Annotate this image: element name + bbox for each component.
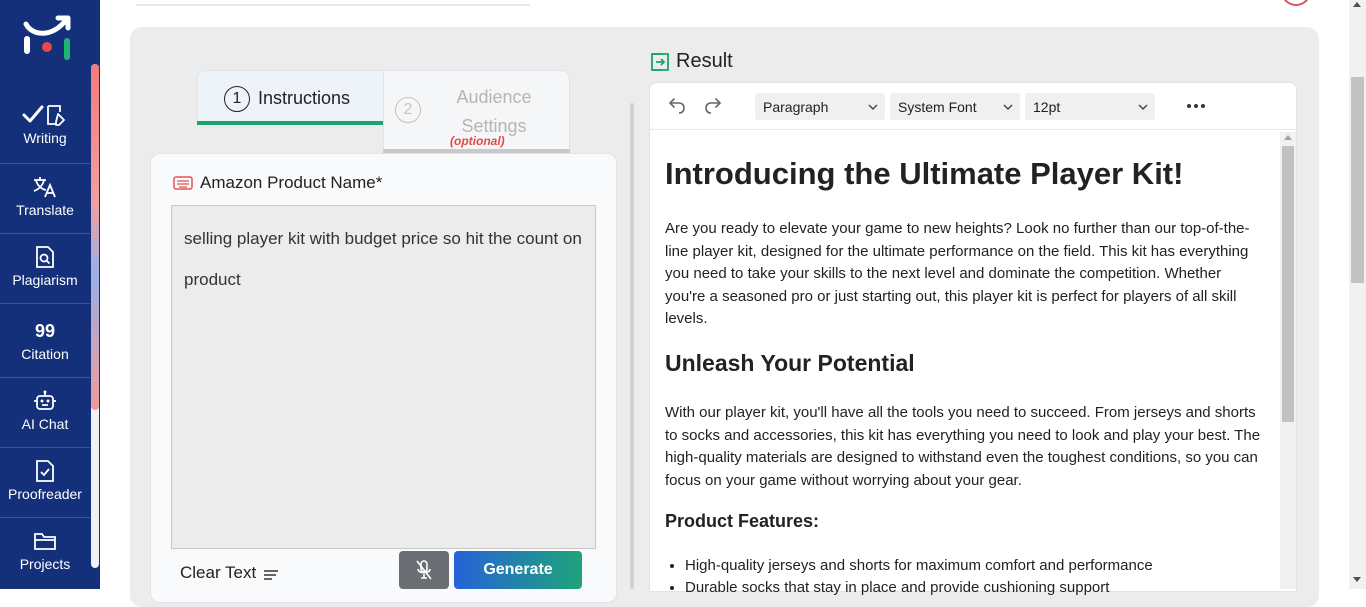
sidebar-item-writing[interactable]: Writing [0,96,90,164]
font-size-select[interactable]: 12pt [1025,93,1155,120]
result-heading-3: Product Features: [665,511,820,531]
sidebar-item-translate[interactable]: Translate [0,166,90,234]
page-scroll-up-arrow[interactable] [1353,2,1361,7]
optional-badge: (optional) [450,134,505,148]
plagiarism-icon [34,244,56,270]
undo-icon[interactable] [668,96,686,119]
product-name-label: Amazon Product Name* [173,173,382,193]
profile-ring-icon[interactable] [1281,0,1311,6]
tab-audience-settings[interactable]: 2 Audience Settings (optional) [383,70,570,154]
chevron-down-icon [1137,100,1149,116]
result-heading-2: Unleash Your Potential [665,350,915,376]
sidebar-item-label: AI Chat [21,416,69,432]
step-two-badge: 2 [395,97,421,123]
font-family-value: System Font [898,98,977,115]
tab-instructions[interactable]: 1 Instructions [197,70,384,126]
writing-icon [22,102,68,128]
active-tab-indicator [197,121,384,125]
page-scroll-down-arrow[interactable] [1353,577,1361,582]
sidebar-scrollbar-thumb[interactable] [91,64,99,410]
page-scrollbar-thumb[interactable] [1351,77,1364,283]
sidebar-item-plagiarism[interactable]: Plagiarism [0,236,90,304]
result-title: Result [676,50,733,72]
sidebar-item-label: Proofreader [8,486,82,502]
result-header: Result [650,50,733,73]
panel-splitter[interactable] [630,103,634,589]
folder-icon [33,528,57,554]
result-content[interactable]: Introducing the Ultimate Player Kit! Are… [665,150,1265,596]
input-tabs: 1 Instructions 2 Audience Settings (opti… [197,70,570,154]
editor-scrollbar-thumb[interactable] [1282,146,1294,422]
sidebar-item-label: Projects [19,556,71,572]
chevron-down-icon [867,100,879,116]
mic-off-icon [414,559,434,581]
font-size-value: 12pt [1033,98,1061,115]
more-options-icon[interactable] [1187,104,1205,108]
step-one-badge: 1 [224,85,250,112]
proofread-icon [34,458,56,484]
redo-icon[interactable] [704,96,722,119]
sidebar-item-label: Writing [23,130,67,146]
quote-icon: 99 [34,320,56,341]
feature-list: High-quality jerseys and shorts for maxi… [685,555,1153,599]
sidebar-item-citation[interactable]: 99 Citation [0,310,90,378]
keyboard-icon [173,175,193,191]
sidebar-item-projects[interactable]: Projects [0,520,90,588]
top-divider [136,4,530,6]
sidebar-item-proofreader[interactable]: Proofreader [0,450,90,518]
block-format-select[interactable]: Paragraph [755,93,885,120]
clear-text-label: Clear Text [180,563,257,582]
sidebar-item-label: Citation [21,346,69,362]
app-logo[interactable] [22,14,74,64]
chevron-down-icon [1002,100,1014,116]
product-name-label-text: Amazon Product Name* [200,173,383,192]
font-family-select[interactable]: System Font [890,93,1020,120]
sidebar-item-ai-chat[interactable]: AI Chat [0,380,90,448]
generate-button[interactable]: Generate [454,551,582,589]
export-icon [650,52,670,72]
sidebar-item-label: Plagiarism [12,272,78,288]
tab-audience-label: Audience Settings [456,87,532,136]
result-paragraph-2: With our player kit, you'll have all the… [665,404,1261,489]
product-name-input[interactable]: selling player kit with budget price so … [171,205,596,549]
tab-instructions-label: Instructions [258,88,351,108]
mic-off-button[interactable] [399,551,449,589]
block-format-value: Paragraph [763,98,829,115]
editor-scroll-up-arrow[interactable] [1284,135,1292,140]
result-heading-1: Introducing the Ultimate Player Kit! [665,156,1184,191]
list-item: High-quality jerseys and shorts for maxi… [685,555,1153,577]
result-paragraph-1: Are you ready to elevate your game to ne… [665,220,1250,327]
sidebar-item-label: Translate [16,202,74,218]
robot-icon [33,388,57,414]
translate-icon [32,174,58,200]
list-item: Durable socks that stay in place and pro… [685,577,1153,599]
clear-text-button[interactable]: Clear Text [180,563,280,583]
clear-lines-icon [262,566,280,580]
